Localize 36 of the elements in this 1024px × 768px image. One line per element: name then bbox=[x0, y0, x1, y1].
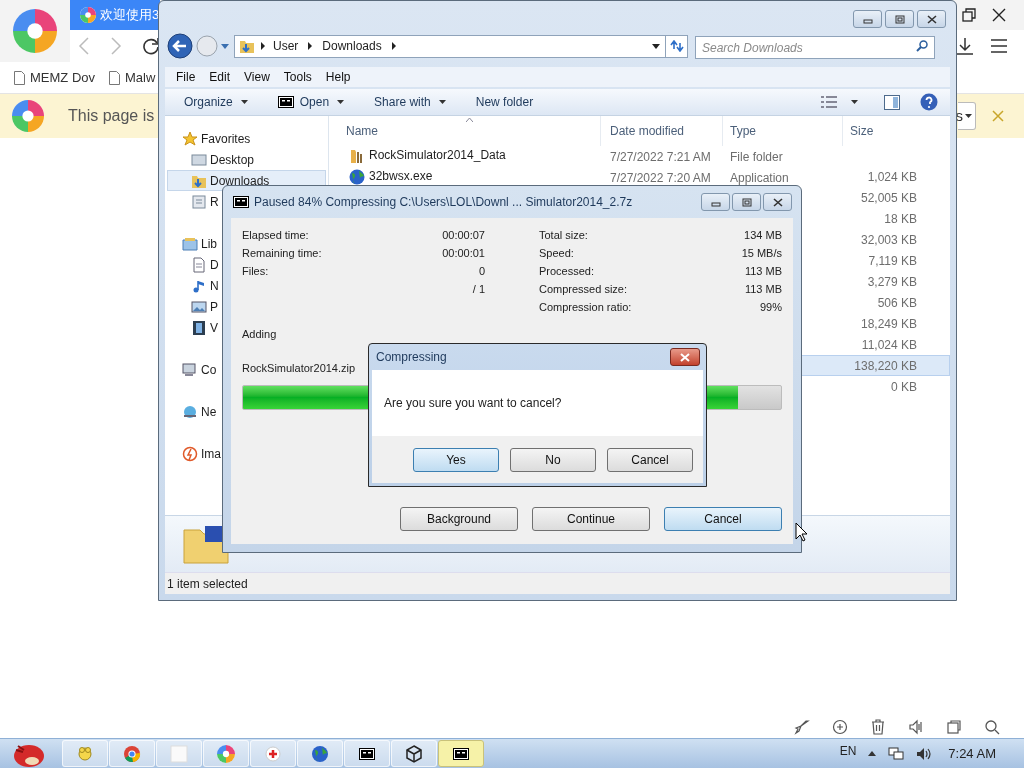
stat-label: Files: bbox=[242, 263, 269, 279]
info-text: This page is bbox=[68, 106, 155, 126]
stat-label: Compressed size: bbox=[539, 281, 628, 297]
status-text: Adding bbox=[242, 327, 278, 342]
stat-value: 00:00:07 bbox=[442, 227, 485, 243]
stat-value: 15 MB/s bbox=[741, 245, 782, 261]
window-title: Compressing bbox=[376, 349, 447, 366]
stat-value: 134 MB bbox=[744, 227, 782, 243]
table-cell-text: 18 KB bbox=[883, 210, 917, 228]
stat-value: 0 bbox=[478, 263, 485, 279]
stat-value: 00:00:01 bbox=[442, 245, 485, 261]
table-cell: File folder bbox=[730, 149, 783, 164]
stat-value: / 1 bbox=[472, 281, 485, 297]
stat-label: Total size: bbox=[539, 227, 588, 243]
window-title: Paused 84% Compressing C:\Users\LOL\Downl ... Simulator2014_2.7z bbox=[254, 194, 633, 211]
table-cell-text: 18,249 KB bbox=[859, 315, 917, 333]
stat-label: Remaining time: bbox=[242, 245, 322, 261]
stat-label: Speed: bbox=[539, 245, 574, 261]
status-text: 1 item selected bbox=[167, 575, 248, 593]
stat-value: 113 MB bbox=[744, 263, 782, 279]
stat-value: 113 MB bbox=[744, 281, 782, 297]
file-name: 32bwsx.exe bbox=[369, 170, 433, 183]
table-cell-text: 138,220 KB bbox=[853, 357, 917, 375]
dialog-message: Are you sure you want to cancel? bbox=[383, 395, 563, 412]
file-name: RockSimulator2014.zip bbox=[242, 360, 357, 376]
stat-value: 99% bbox=[759, 299, 782, 315]
stat-label: Processed: bbox=[539, 263, 595, 279]
table-cell: Application bbox=[730, 170, 789, 185]
table-cell-text: 0 KB bbox=[890, 378, 917, 396]
table-cell: 7/27/2022 7:21 AM bbox=[610, 149, 711, 164]
table-cell-text: 11,024 KB bbox=[860, 336, 917, 354]
stat-label: Elapsed time: bbox=[242, 227, 309, 243]
file-name: RockSimulator2014_Data bbox=[369, 149, 506, 162]
table-cell: 7/27/2022 7:20 AM bbox=[610, 170, 711, 185]
table-cell-text: 1,024 KB bbox=[866, 168, 917, 186]
stat-label: Compression ratio: bbox=[539, 299, 632, 315]
